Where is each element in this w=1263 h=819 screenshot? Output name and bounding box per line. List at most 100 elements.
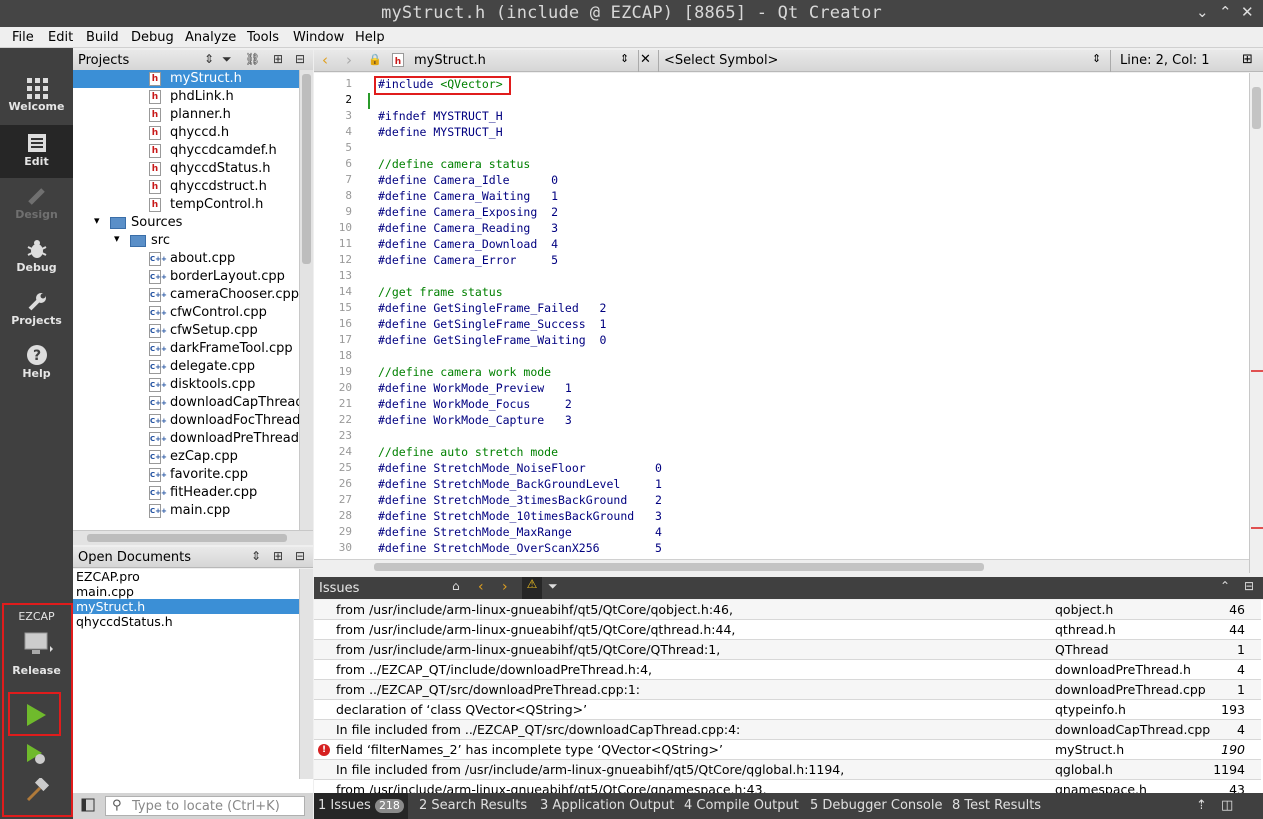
- project-tree-item[interactable]: h tempControl.h: [73, 196, 299, 214]
- file-dropdown-icon[interactable]: ⇕: [620, 52, 629, 65]
- project-tree-item[interactable]: C++ favorite.cpp: [73, 466, 299, 484]
- split-icon[interactable]: ⊞: [273, 549, 283, 563]
- close-document-icon[interactable]: ✕: [640, 52, 651, 67]
- mode-help[interactable]: ? Help: [0, 337, 73, 390]
- close-pane-icon[interactable]: ⊟: [295, 52, 305, 66]
- maximize-icon[interactable]: ⌃: [1219, 3, 1232, 21]
- warning-filter-icon[interactable]: ⚠: [522, 577, 542, 599]
- filter-icon[interactable]: ⏷: [548, 579, 558, 594]
- code-line[interactable]: #define WorkMode_Preview 1: [378, 381, 572, 395]
- project-tree-item[interactable]: ▾ Sources: [73, 214, 299, 232]
- mode-edit[interactable]: Edit: [0, 125, 73, 178]
- project-tree-item[interactable]: C++ cameraChooser.cpp: [73, 286, 299, 304]
- sort-updown-icon[interactable]: ⇕: [204, 52, 214, 66]
- project-tree-item[interactable]: h qhyccd.h: [73, 124, 299, 142]
- code-line[interactable]: #define Camera_Download 4: [378, 237, 558, 251]
- project-tree-item[interactable]: h qhyccdstruct.h: [73, 178, 299, 196]
- project-tree-item[interactable]: C++ borderLayout.cpp: [73, 268, 299, 286]
- menu-edit[interactable]: Edit: [48, 30, 73, 45]
- code-line[interactable]: #define StretchMode_NoiseFloor 0: [378, 461, 662, 475]
- next-issue-icon[interactable]: ›: [502, 579, 508, 595]
- project-tree-hscroll[interactable]: [73, 530, 313, 545]
- mode-design[interactable]: Design: [0, 178, 73, 231]
- project-tree-item[interactable]: C++ about.cpp: [73, 250, 299, 268]
- menu-window[interactable]: Window: [293, 30, 344, 45]
- close-pane-icon[interactable]: ⊟: [1244, 579, 1254, 593]
- menu-build[interactable]: Build: [86, 30, 119, 45]
- code-line[interactable]: #define Camera_Waiting 1: [378, 189, 558, 203]
- issue-row[interactable]: In file included from ../EZCAP_QT/src/do…: [314, 720, 1261, 740]
- project-tree-item[interactable]: C++ ezCap.cpp: [73, 448, 299, 466]
- open-document-item[interactable]: EZCAP.pro: [73, 569, 299, 584]
- tab-debugger-console[interactable]: 5 Debugger Console: [810, 798, 943, 813]
- project-tree-item[interactable]: h qhyccdcamdef.h: [73, 142, 299, 160]
- open-document-item[interactable]: myStruct.h: [73, 599, 299, 614]
- editor-hscroll[interactable]: [314, 559, 1249, 573]
- split-icon[interactable]: ⊞: [1242, 52, 1253, 67]
- close-pane-icon[interactable]: ⊟: [295, 549, 305, 563]
- output-panel-toggle-icon[interactable]: ◫: [1221, 798, 1233, 813]
- code-line[interactable]: #define StretchMode_3timesBackGround 2: [378, 493, 662, 507]
- code-line[interactable]: //define camera status: [378, 157, 530, 171]
- project-tree-item[interactable]: h phdLink.h: [73, 88, 299, 106]
- project-tree-item[interactable]: C++ darkFrameTool.cpp: [73, 340, 299, 358]
- code-editor[interactable]: 1 2 3 4 5 6 7 8 9 10 11 12 13 14 15 16 17 18 19 20 21 22 23 24 2…: [314, 73, 1263, 573]
- forward-arrow-icon[interactable]: ›: [346, 51, 352, 69]
- maximize-pane-icon[interactable]: ⌃: [1220, 579, 1230, 593]
- project-tree-item[interactable]: C++downloadFocThread.cpp: [73, 412, 299, 430]
- issue-row[interactable]: from /usr/include/arm-linux-gnueabihf/qt…: [314, 600, 1261, 620]
- issue-row[interactable]: In file included from /usr/include/arm-l…: [314, 760, 1261, 780]
- clean-icon[interactable]: ⌂: [452, 579, 460, 593]
- sort-updown-icon[interactable]: ⇕: [251, 549, 261, 563]
- locator-input[interactable]: ⚲ Type to locate (Ctrl+K): [105, 796, 305, 816]
- code-line[interactable]: #define Camera_Exposing 2: [378, 205, 558, 219]
- project-tree-item[interactable]: C++ disktools.cpp: [73, 376, 299, 394]
- open-document-item[interactable]: qhyccdStatus.h: [73, 614, 299, 629]
- menu-file[interactable]: File: [12, 30, 34, 45]
- expand-arrow-icon[interactable]: ▾: [94, 214, 100, 227]
- sidebar-toggle-icon[interactable]: [81, 798, 95, 816]
- project-tree-item[interactable]: C++ delegate.cpp: [73, 358, 299, 376]
- menu-help[interactable]: Help: [355, 30, 385, 45]
- project-tree-item[interactable]: C++ fitHeader.cpp: [73, 484, 299, 502]
- code-line[interactable]: #define GetSingleFrame_Failed 2: [378, 301, 606, 315]
- menu-analyze[interactable]: Analyze: [185, 30, 236, 45]
- minimize-icon[interactable]: ⌄: [1196, 3, 1209, 21]
- mode-welcome[interactable]: Welcome: [0, 70, 73, 123]
- symbol-selector[interactable]: <Select Symbol>: [664, 53, 778, 68]
- split-icon[interactable]: ⊞: [273, 52, 283, 66]
- cursor-position[interactable]: Line: 2, Col: 1: [1120, 53, 1210, 68]
- issue-row[interactable]: from /usr/include/arm-linux-gnueabihf/qt…: [314, 620, 1261, 640]
- code-line[interactable]: //define auto stretch mode: [378, 445, 558, 459]
- project-tree-item[interactable]: C++ main.cpp: [73, 502, 299, 520]
- mode-debug[interactable]: Debug: [0, 231, 73, 284]
- filter-icon[interactable]: ⏷: [222, 52, 232, 67]
- code-line[interactable]: #define GetSingleFrame_Success 1: [378, 317, 606, 331]
- project-tree-item[interactable]: ▾ src: [73, 232, 299, 250]
- code-line[interactable]: #define WorkMode_Capture 3: [378, 413, 572, 427]
- code-line[interactable]: #define Camera_Reading 3: [378, 221, 558, 235]
- project-tree-vscroll[interactable]: [299, 70, 313, 530]
- expand-arrow-icon[interactable]: ▾: [114, 232, 120, 245]
- tab-compile-output[interactable]: 4 Compile Output: [684, 798, 799, 813]
- project-tree-item[interactable]: C++ cfwControl.cpp: [73, 304, 299, 322]
- menu-tools[interactable]: Tools: [247, 30, 279, 45]
- project-tree-item[interactable]: h qhyccdStatus.h: [73, 160, 299, 178]
- mode-projects[interactable]: Projects: [0, 284, 73, 337]
- issue-row[interactable]: ! field ‘filterNames_2’ has incomplete ty…: [314, 740, 1261, 760]
- menu-debug[interactable]: Debug: [131, 30, 174, 45]
- tab-search-results[interactable]: 2 Search Results: [419, 798, 527, 813]
- editor-file-name[interactable]: myStruct.h: [414, 53, 486, 68]
- tab-application-output[interactable]: 3 Application Output: [540, 798, 674, 813]
- code-line[interactable]: #define StretchMode_OverScanX256 5: [378, 541, 662, 555]
- code-line[interactable]: #define WorkMode_Focus 2: [378, 397, 572, 411]
- editor-vscroll[interactable]: [1249, 73, 1263, 573]
- code-line[interactable]: //define camera work mode: [378, 365, 551, 379]
- link-icon[interactable]: ⛓: [245, 52, 260, 66]
- project-tree-item[interactable]: C++downloadPreThread.cpp: [73, 430, 299, 448]
- code-line[interactable]: #define Camera_Error 5: [378, 253, 558, 267]
- tab-issues[interactable]: 1 Issues 218: [314, 793, 408, 819]
- issue-row[interactable]: from ../EZCAP_QT/include/downloadPreThre…: [314, 660, 1261, 680]
- code-line[interactable]: #ifndef MYSTRUCT_H: [378, 109, 503, 123]
- project-tree-item[interactable]: h planner.h: [73, 106, 299, 124]
